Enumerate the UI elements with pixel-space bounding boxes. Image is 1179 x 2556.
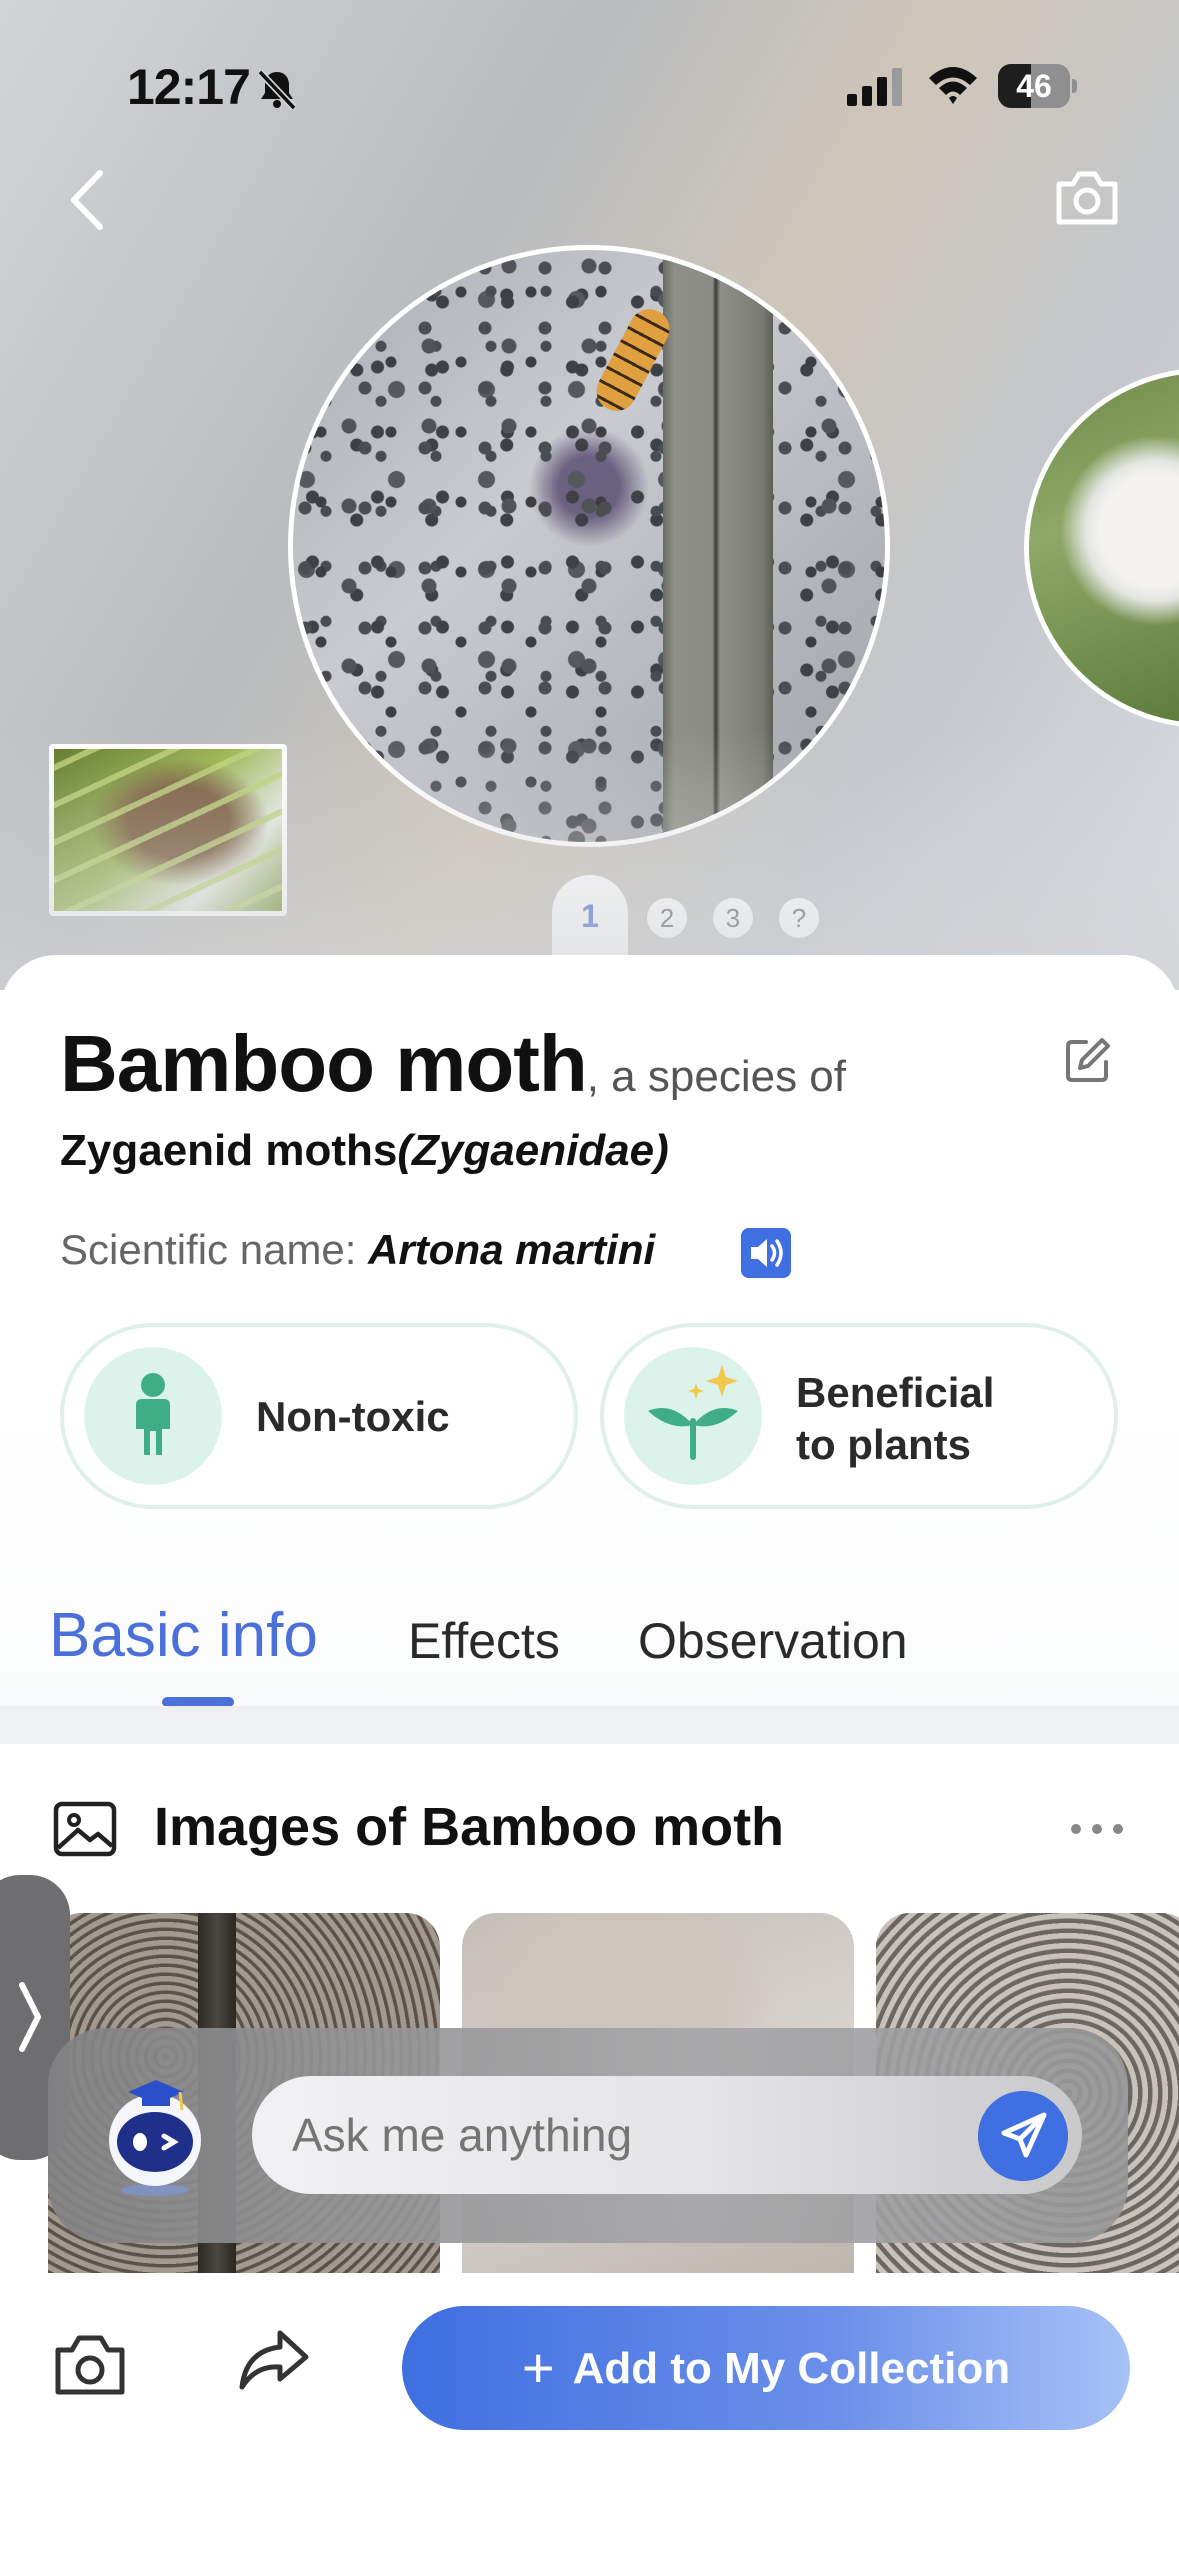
add-to-collection-button[interactable]: + Add to My Collection — [402, 2306, 1130, 2430]
species-common-name: Bamboo moth — [60, 1019, 588, 1108]
next-species-photo[interactable] — [1024, 368, 1179, 728]
section-tabs: Basic info Effects Observation — [0, 1580, 1179, 1710]
scientific-name-row: Scientific name: Artona martini — [60, 1226, 655, 1274]
battery-percent: 46 — [1016, 68, 1052, 104]
species-title: Bamboo moth, a species of — [60, 1018, 1060, 1108]
ask-input[interactable] — [252, 2076, 1082, 2194]
pager-dot[interactable]: ? — [779, 898, 819, 938]
tab-observation[interactable]: Observation — [638, 1612, 908, 1670]
speaker-icon[interactable] — [741, 1228, 791, 1278]
section-divider — [0, 1706, 1179, 1744]
battery-indicator: 46 — [998, 64, 1078, 108]
tag-label-line1: Beneficial — [796, 1369, 995, 1416]
tab-basic-info[interactable]: Basic info — [49, 1600, 318, 1671]
status-bar: 12:17 46 — [0, 0, 1179, 150]
robot-assistant-icon[interactable] — [90, 2070, 220, 2200]
send-icon[interactable] — [978, 2091, 1068, 2181]
tag-beneficial[interactable]: Beneficial to plants — [600, 1323, 1118, 1509]
images-section-title: Images of Bamboo moth — [154, 1797, 785, 1857]
scientific-name-label: Scientific name: — [60, 1226, 369, 1273]
back-chevron-icon[interactable] — [58, 165, 118, 235]
plus-icon: + — [521, 2336, 555, 2399]
family-latin-name: (Zygaenidae) — [397, 1126, 669, 1175]
family-name[interactable]: Zygaenid moths(Zygaenidae) — [60, 1126, 669, 1176]
camera-icon[interactable] — [1053, 168, 1121, 228]
wifi-icon — [929, 67, 977, 104]
image-gallery-icon — [53, 1801, 117, 1857]
pager-dot[interactable]: 3 — [713, 898, 753, 938]
status-time: 12:17 — [127, 59, 251, 115]
bell-off-icon — [257, 69, 297, 111]
cellular-signal-icon — [847, 68, 902, 106]
camera-icon[interactable] — [52, 2330, 128, 2400]
species-of-text: , a species of — [586, 1052, 846, 1101]
family-common-name: Zygaenid moths — [60, 1126, 398, 1175]
pager-dot[interactable]: 2 — [647, 898, 687, 938]
share-icon[interactable] — [236, 2325, 312, 2395]
sprout-sparkle-icon — [648, 1365, 738, 1460]
scientific-name-value: Artona martini — [368, 1226, 656, 1273]
species-hero: 12:17 46 1 2 3 ? — [0, 0, 1179, 990]
edit-icon[interactable] — [1062, 1034, 1114, 1086]
tag-label: Non-toxic — [256, 1393, 450, 1440]
pager-active-index[interactable]: 1 — [552, 898, 628, 935]
tab-effects[interactable]: Effects — [408, 1612, 560, 1670]
main-species-photo[interactable] — [288, 245, 890, 847]
person-icon — [136, 1373, 170, 1455]
reference-thumbnail[interactable] — [49, 744, 287, 916]
tag-non-toxic[interactable]: Non-toxic — [60, 1323, 578, 1509]
more-options-icon[interactable] — [1068, 1814, 1126, 1844]
tag-label-line2: to plants — [796, 1421, 971, 1468]
collect-label: Add to My Collection — [572, 2344, 1011, 2393]
